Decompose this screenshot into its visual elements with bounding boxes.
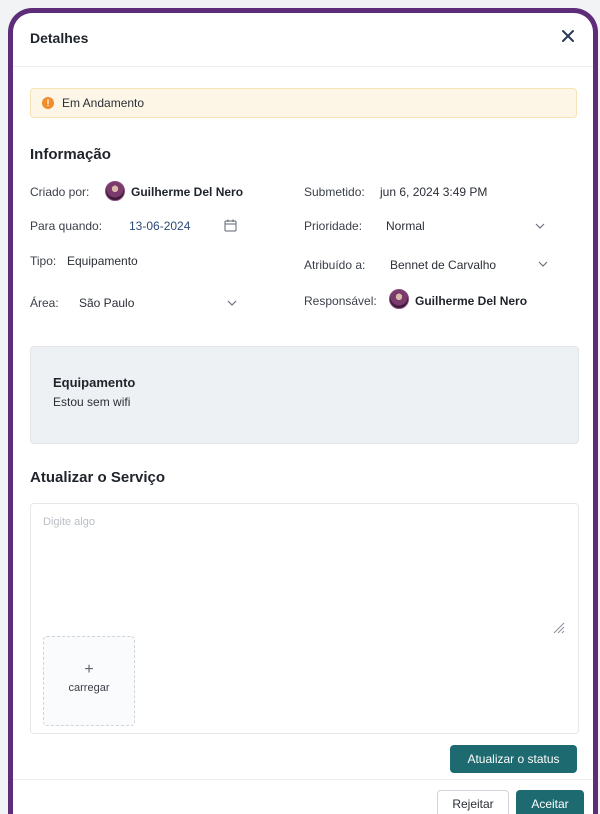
responsible-label: Responsável: xyxy=(304,294,377,308)
upload-label: carregar xyxy=(68,682,110,694)
type-value: Equipamento xyxy=(67,254,138,268)
chevron-down-icon[interactable] xyxy=(534,220,546,232)
update-section-title: Atualizar o Serviço xyxy=(30,469,166,486)
submitted-value: jun 6, 2024 3:49 PM xyxy=(380,185,488,199)
details-dialog: Detalhes ! Em Andamento Informação Criad… xyxy=(8,8,598,814)
chevron-down-icon[interactable] xyxy=(537,258,549,270)
update-textarea[interactable]: Digite algo + carregar xyxy=(30,503,579,734)
created-by-label: Criado por: xyxy=(30,185,90,199)
accept-button[interactable]: Aceitar xyxy=(516,790,584,814)
submitted-label: Submetido: xyxy=(304,185,365,199)
status-label: Em Andamento xyxy=(62,96,145,110)
chevron-down-icon[interactable] xyxy=(226,297,238,309)
reject-button[interactable]: Rejeitar xyxy=(437,790,509,814)
due-date-value[interactable]: 13-06-2024 xyxy=(129,219,190,233)
plus-icon: + xyxy=(84,661,94,678)
area-label: Área: xyxy=(30,296,59,310)
due-date-label: Para quando: xyxy=(30,219,103,233)
resize-handle-icon[interactable] xyxy=(551,620,565,634)
avatar xyxy=(389,289,409,309)
priority-select[interactable]: Normal xyxy=(386,219,425,233)
card-text: Estou sem wifi xyxy=(53,395,131,409)
dialog-title: Detalhes xyxy=(30,30,89,46)
upload-button[interactable]: + carregar xyxy=(43,636,135,726)
info-section-title: Informação xyxy=(30,146,111,163)
request-description-card: Equipamento Estou sem wifi xyxy=(30,346,579,444)
calendar-icon[interactable] xyxy=(224,219,237,232)
assigned-select[interactable]: Bennet de Carvalho xyxy=(390,258,496,272)
dialog-header: Detalhes xyxy=(13,13,593,67)
footer-divider xyxy=(13,779,593,780)
avatar xyxy=(105,181,125,201)
created-by-value: Guilherme Del Nero xyxy=(131,185,244,199)
card-title: Equipamento xyxy=(53,375,136,390)
update-status-button[interactable]: Atualizar o status xyxy=(450,745,577,773)
area-select[interactable]: São Paulo xyxy=(79,296,134,310)
exclamation-icon: ! xyxy=(42,97,54,109)
close-icon[interactable] xyxy=(557,25,579,47)
type-label: Tipo: xyxy=(30,254,57,268)
status-banner: ! Em Andamento xyxy=(30,88,577,118)
priority-label: Prioridade: xyxy=(304,219,363,233)
responsible-value: Guilherme Del Nero xyxy=(415,294,528,308)
textarea-placeholder: Digite algo xyxy=(43,516,95,528)
assigned-label: Atribuído a: xyxy=(304,258,366,272)
